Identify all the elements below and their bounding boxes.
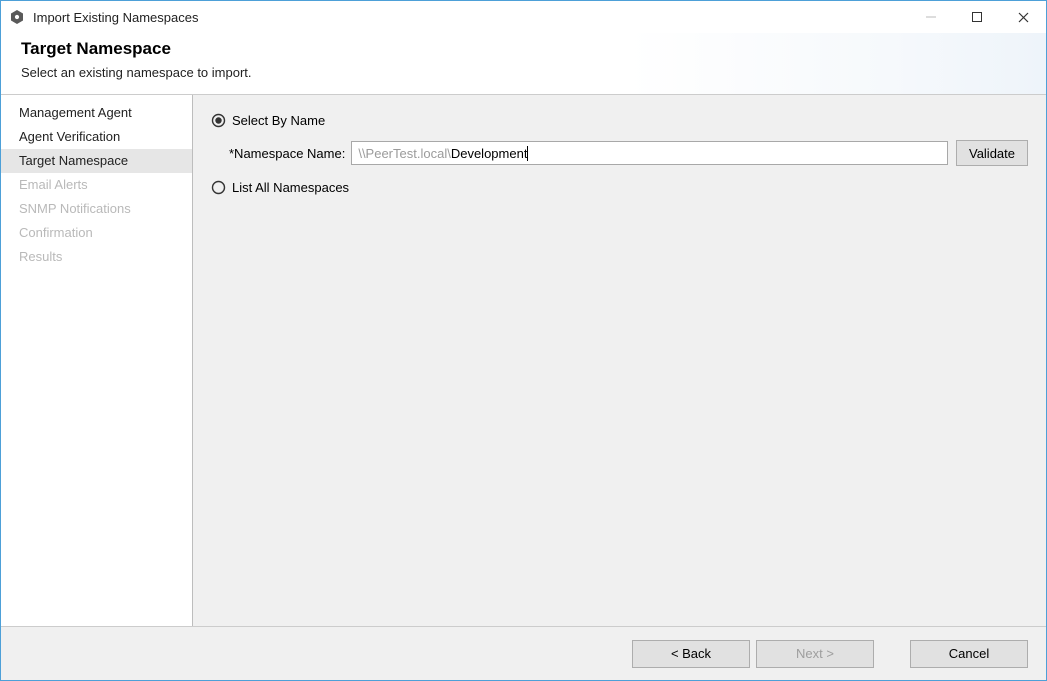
validate-button[interactable]: Validate xyxy=(956,140,1028,166)
next-button[interactable]: Next > xyxy=(756,640,874,668)
radio-selected-icon xyxy=(211,113,226,128)
cancel-button[interactable]: Cancel xyxy=(910,640,1028,668)
wizard-steps-sidebar: Management Agent Agent Verification Targ… xyxy=(1,95,193,626)
namespace-name-row: *Namespace Name: \\PeerTest.local\ Devel… xyxy=(229,140,1028,166)
wizard-header: Target Namespace Select an existing name… xyxy=(1,33,1046,95)
text-caret-icon xyxy=(527,146,528,161)
window-controls xyxy=(908,1,1046,33)
radio-unselected-icon xyxy=(211,180,226,195)
maximize-button[interactable] xyxy=(954,1,1000,33)
step-management-agent[interactable]: Management Agent xyxy=(1,101,192,125)
page-subtitle: Select an existing namespace to import. xyxy=(21,65,1026,80)
step-email-alerts: Email Alerts xyxy=(1,173,192,197)
window-title: Import Existing Namespaces xyxy=(31,10,908,25)
namespace-name-value: Development xyxy=(451,146,528,161)
step-confirmation: Confirmation xyxy=(1,221,192,245)
option-select-by-name[interactable]: Select By Name xyxy=(211,113,1028,128)
wizard-footer: < Back Next > Cancel xyxy=(1,626,1046,680)
wizard-body: Management Agent Agent Verification Targ… xyxy=(1,95,1046,626)
option-list-all-namespaces-label: List All Namespaces xyxy=(232,180,349,195)
namespace-name-prefix: \\PeerTest.local\ xyxy=(358,146,451,161)
option-list-all-namespaces[interactable]: List All Namespaces xyxy=(211,180,1028,195)
page-title: Target Namespace xyxy=(21,39,1026,59)
namespace-name-label: *Namespace Name: xyxy=(229,146,345,161)
app-icon xyxy=(9,9,25,25)
step-snmp-notifications: SNMP Notifications xyxy=(1,197,192,221)
minimize-button[interactable] xyxy=(908,1,954,33)
option-select-by-name-label: Select By Name xyxy=(232,113,325,128)
namespace-name-input[interactable]: \\PeerTest.local\ Development xyxy=(351,141,948,165)
step-agent-verification[interactable]: Agent Verification xyxy=(1,125,192,149)
titlebar: Import Existing Namespaces xyxy=(1,1,1046,33)
step-results: Results xyxy=(1,245,192,269)
close-button[interactable] xyxy=(1000,1,1046,33)
back-button[interactable]: < Back xyxy=(632,640,750,668)
step-target-namespace[interactable]: Target Namespace xyxy=(1,149,192,173)
wizard-main-panel: Select By Name *Namespace Name: \\PeerTe… xyxy=(193,95,1046,626)
